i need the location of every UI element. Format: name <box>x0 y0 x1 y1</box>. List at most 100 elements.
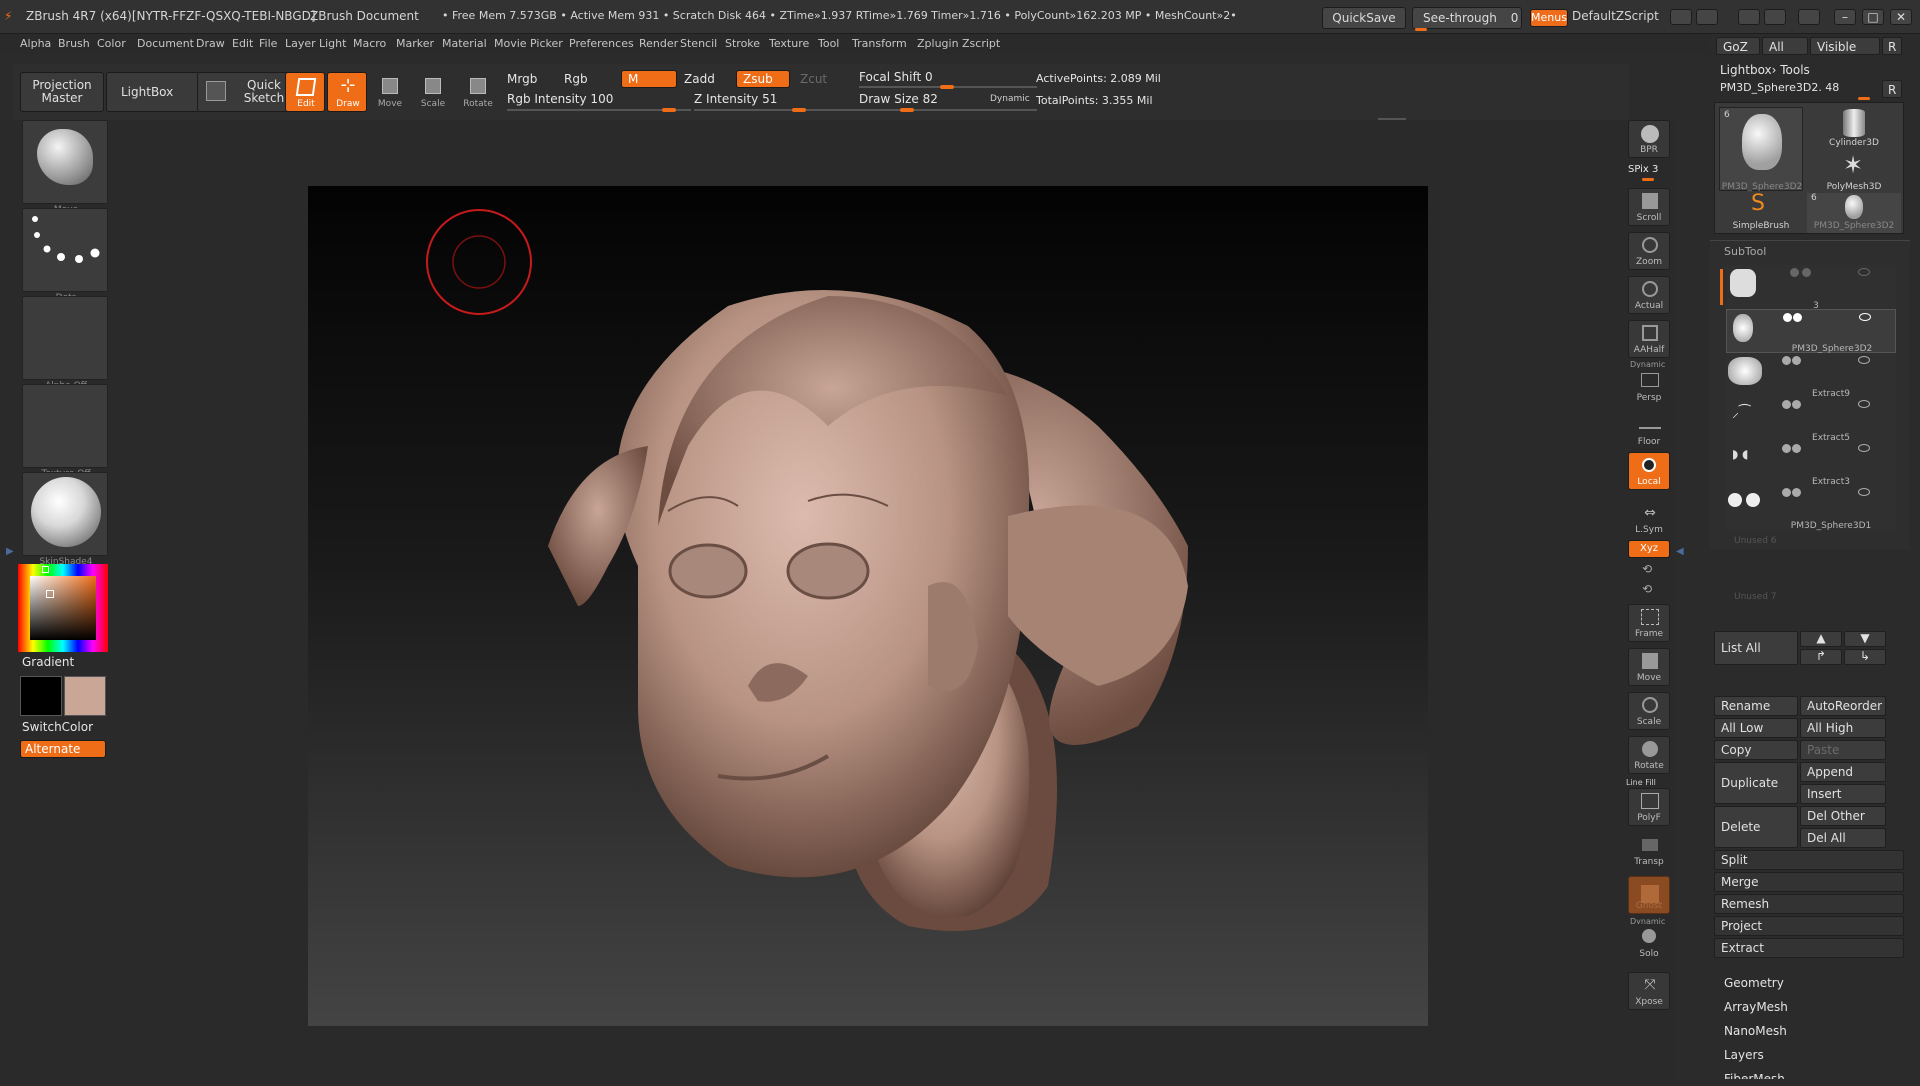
split-section[interactable]: Split <box>1714 850 1904 870</box>
goz-r-button[interactable]: R <box>1882 37 1902 55</box>
viewport-rotate-button[interactable]: Rotate <box>1628 736 1670 774</box>
del-other-button[interactable]: Del Other <box>1800 806 1886 826</box>
color-picker[interactable] <box>18 564 108 652</box>
focal-shift-knob[interactable] <box>940 85 954 89</box>
menu-macro[interactable]: Macro <box>353 37 386 50</box>
toggle-icon[interactable] <box>1792 444 1801 453</box>
spix-slider[interactable] <box>1642 178 1654 181</box>
persp-button[interactable]: Persp <box>1628 368 1670 406</box>
toggle-icon[interactable] <box>1802 268 1811 277</box>
menu-draw[interactable]: Draw <box>196 37 225 50</box>
default-zscript-button[interactable]: DefaultZScript <box>1572 9 1659 23</box>
eye-icon[interactable] <box>1858 268 1870 276</box>
secondary-color-swatch[interactable] <box>64 676 106 716</box>
subtool-title[interactable]: SubTool <box>1724 245 1766 258</box>
all-low-button[interactable]: All Low <box>1714 718 1798 738</box>
geometry-section[interactable]: Geometry <box>1724 976 1784 990</box>
arraymesh-section[interactable]: ArrayMesh <box>1724 1000 1788 1014</box>
list-all-button[interactable]: List All <box>1714 631 1798 665</box>
draw-size-label[interactable]: Draw Size 82 <box>859 92 938 106</box>
current-tool-slider[interactable]: PM3D_Sphere3D2. 48 <box>1720 81 1839 94</box>
menu-picker[interactable]: Picker <box>530 37 563 50</box>
rotate-z-icon[interactable]: ⟲ <box>1642 582 1652 596</box>
menu-layer[interactable]: Layer <box>285 37 316 50</box>
layers-section[interactable]: Layers <box>1724 1048 1764 1062</box>
merge-section[interactable]: Merge <box>1714 872 1904 892</box>
local-button[interactable]: Local <box>1628 452 1670 490</box>
focal-shift-label[interactable]: Focal Shift 0 <box>859 70 933 84</box>
material-thumbnail[interactable]: SkinShade4 <box>22 472 108 567</box>
edit-button[interactable]: Edit <box>285 72 325 112</box>
rgb-intensity-label[interactable]: Rgb Intensity 100 <box>507 92 613 106</box>
menu-tool[interactable]: Tool <box>818 37 839 50</box>
menu-material[interactable]: Material <box>442 37 487 50</box>
menu-transform[interactable]: Transform <box>852 37 907 50</box>
toggle-icon[interactable] <box>1782 356 1791 365</box>
alpha-thumbnail[interactable]: Alpha Off <box>22 296 108 391</box>
tool-item[interactable]: 6 PM3D_Sphere3D2 <box>1719 107 1803 192</box>
toggle-icon[interactable] <box>1782 488 1791 497</box>
gradient-toggle[interactable]: Gradient <box>22 655 74 669</box>
subtool-item[interactable]: PM3D_Sphere3D1 <box>1726 485 1896 531</box>
lightbox-tools-button[interactable]: Lightbox› Tools <box>1720 63 1810 77</box>
tool-item[interactable]: 6 PM3D_Sphere3D2 <box>1807 193 1901 233</box>
insert-button[interactable]: Insert <box>1800 784 1886 804</box>
minimize-icon[interactable]: – <box>1834 9 1856 25</box>
eye-icon[interactable] <box>1858 400 1870 408</box>
solo-button[interactable]: Solo <box>1628 924 1670 962</box>
rename-button[interactable]: Rename <box>1714 696 1798 716</box>
alternate-button[interactable]: Alternate <box>20 740 106 758</box>
viewport-move-button[interactable]: Move <box>1628 648 1670 686</box>
z-intensity-slider[interactable] <box>694 109 862 111</box>
dynamic-toggle[interactable]: Dynamic <box>990 94 1030 104</box>
main-color-swatch[interactable] <box>20 676 62 716</box>
menu-zplugin[interactable]: Zplugin <box>917 37 959 50</box>
z-intensity-knob[interactable] <box>792 108 806 112</box>
menu-alpha[interactable]: Alpha <box>20 37 51 50</box>
menu-zscript[interactable]: Zscript <box>962 37 1000 50</box>
switchcolor-button[interactable]: SwitchColor <box>22 720 93 734</box>
menu-texture[interactable]: Texture <box>769 37 809 50</box>
lock-icon[interactable] <box>1798 9 1820 25</box>
scale-button[interactable]: Scale <box>412 72 452 112</box>
menu-light[interactable]: Light <box>319 37 346 50</box>
mrgb-button[interactable]: Mrgb <box>507 72 537 86</box>
tool-r-button[interactable]: R <box>1882 80 1902 98</box>
zadd-button[interactable]: Zadd <box>684 72 715 86</box>
texture-thumbnail[interactable]: Texture Off <box>22 384 108 479</box>
see-through-slider[interactable]: See-through 0 <box>1412 7 1522 31</box>
layout-alt-icon[interactable] <box>1764 9 1786 25</box>
maximize-icon[interactable]: □ <box>1862 9 1884 25</box>
arrow-up-icon[interactable]: ▲ <box>1800 631 1842 647</box>
tool-item[interactable]: Ѕ SimpleBrush <box>1719 191 1803 233</box>
bpr-button[interactable]: BPR <box>1628 120 1670 158</box>
toggle-icon[interactable] <box>1792 356 1801 365</box>
eye-icon[interactable] <box>1858 444 1870 452</box>
copy-button[interactable]: Copy <box>1714 740 1798 760</box>
autoreorder-button[interactable]: AutoReorder <box>1800 696 1886 716</box>
menu-file[interactable]: File <box>259 37 277 50</box>
left-collapse-arrow-icon[interactable]: ▶ <box>6 546 14 560</box>
subtool-item[interactable]: ⸝⁀ Extract5 <box>1726 397 1896 443</box>
delete-button[interactable]: Delete <box>1714 806 1798 848</box>
draw-size-slider[interactable] <box>859 109 1037 111</box>
z-intensity-label[interactable]: Z Intensity 51 <box>694 92 777 106</box>
frame-button[interactable]: Frame <box>1628 604 1670 642</box>
ghost-button[interactable]: Ghost <box>1628 876 1670 914</box>
menus-toggle[interactable]: Menus <box>1530 9 1568 27</box>
menu-marker[interactable]: Marker <box>396 37 434 50</box>
move-down-icon[interactable]: ↳ <box>1844 649 1886 665</box>
tool-item[interactable]: Cylinder3D <box>1807 107 1901 149</box>
subtool-item[interactable]: 3 <box>1726 265 1896 311</box>
m-button[interactable]: M <box>621 70 677 88</box>
arrow-down-icon[interactable]: ▼ <box>1844 631 1886 647</box>
layout-next-icon[interactable] <box>1696 9 1718 25</box>
menu-preferences[interactable]: Preferences <box>569 37 634 50</box>
eye-icon[interactable] <box>1858 488 1870 496</box>
subtool-item[interactable]: ◗ ◖ Extract3 <box>1726 441 1896 487</box>
color-gradient-square[interactable] <box>30 576 96 640</box>
tool-slider-knob[interactable] <box>1858 97 1870 100</box>
menu-stroke[interactable]: Stroke <box>725 37 760 50</box>
toggle-icon[interactable] <box>1792 400 1801 409</box>
lightbox-button[interactable]: LightBox <box>106 72 200 112</box>
